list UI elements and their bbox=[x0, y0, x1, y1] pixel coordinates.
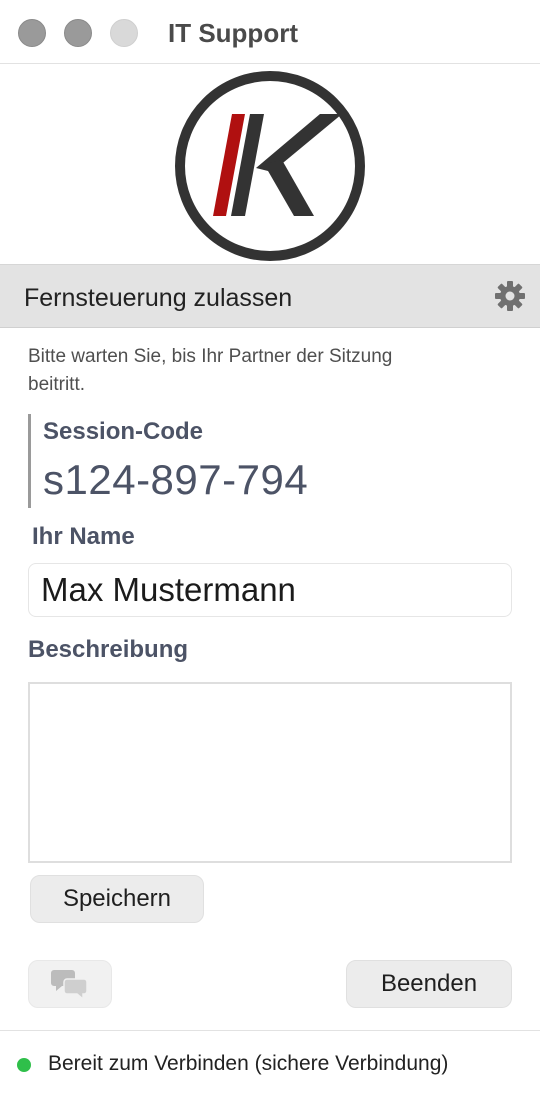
name-label: Ihr Name bbox=[32, 523, 135, 550]
status-indicator-icon bbox=[17, 1058, 31, 1072]
save-button-label: Speichern bbox=[62, 885, 172, 912]
window-title: IT Support bbox=[168, 18, 298, 48]
minimize-window-button[interactable] bbox=[64, 19, 92, 47]
waiting-hint-text: Bitte warten Sie, bis Ihr Partner der Si… bbox=[28, 346, 393, 395]
session-code-value: s124-897-794 bbox=[43, 456, 309, 503]
section-header: Fernsteuerung zulassen bbox=[0, 264, 540, 328]
status-bar: Bereit zum Verbinden (sichere Verbindung… bbox=[0, 1030, 540, 1098]
app-window: IT Support Fernsteuerung zulassen Bitte … bbox=[0, 0, 540, 1098]
close-window-button[interactable] bbox=[18, 19, 46, 47]
status-text: Bereit zum Verbinden (sichere Verbindung… bbox=[48, 1052, 449, 1075]
zoom-window-button[interactable] bbox=[110, 19, 138, 47]
description-label: Beschreibung bbox=[28, 636, 189, 663]
end-button-label: Beenden bbox=[380, 970, 478, 997]
chat-button[interactable] bbox=[28, 960, 112, 1008]
session-code-label: Session-Code bbox=[43, 418, 204, 445]
description-textarea[interactable] bbox=[28, 682, 512, 863]
gear-icon[interactable] bbox=[494, 280, 526, 312]
session-code-block: Session-Code s124-897-794 bbox=[28, 414, 448, 508]
section-title: Fernsteuerung zulassen bbox=[24, 284, 293, 312]
name-input[interactable] bbox=[28, 563, 512, 617]
ik-logo-icon bbox=[175, 71, 365, 261]
chat-bubbles-icon bbox=[51, 970, 88, 1001]
title-bar: IT Support bbox=[0, 0, 540, 64]
end-session-button[interactable]: Beenden bbox=[346, 960, 512, 1008]
save-button[interactable]: Speichern bbox=[30, 875, 204, 923]
